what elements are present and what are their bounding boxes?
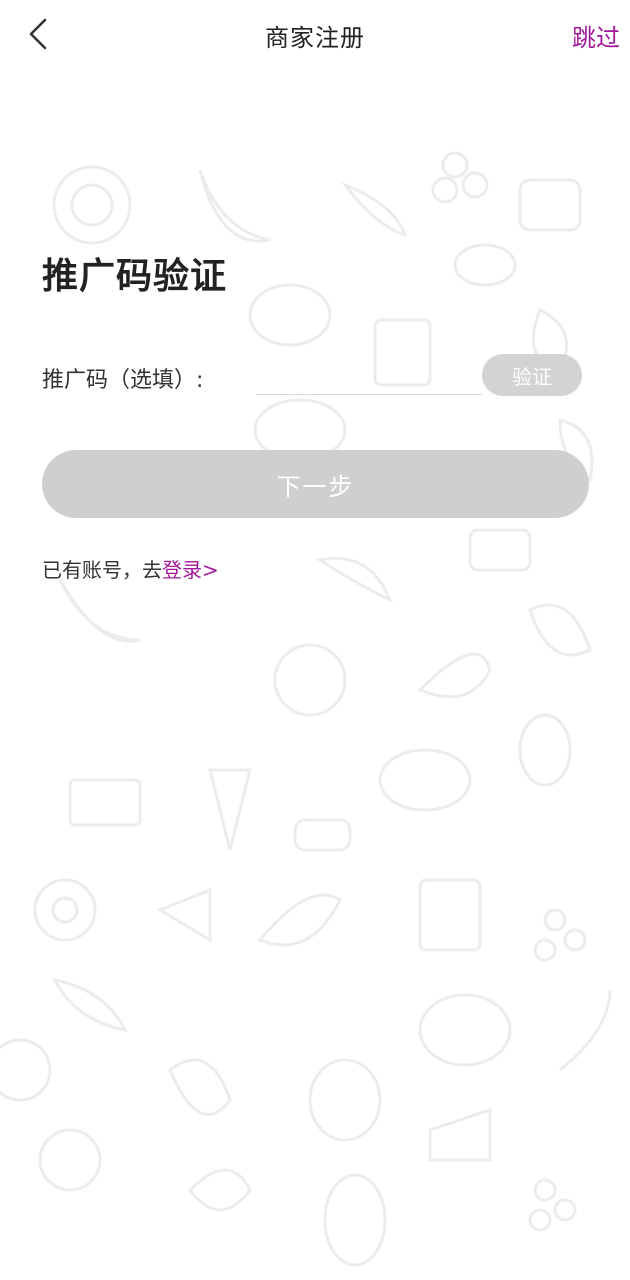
page-title: 商家注册	[265, 24, 365, 52]
navigation-bar: 商家注册 跳过	[0, 0, 630, 72]
login-prompt: 已有账号，去登录>	[42, 554, 592, 583]
promo-code-form: 推广码验证 推广码（选填）: 验证 下一步 已有账号，去登录>	[42, 250, 592, 583]
login-link[interactable]: 登录>	[162, 558, 219, 582]
skip-button[interactable]: 跳过	[572, 18, 620, 53]
merchant-register-screen: 商家注册 跳过 推广码验证 推广码（选填）: 验证 下一步 已有账号，去登录>	[0, 0, 630, 1280]
promo-code-input[interactable]	[256, 358, 482, 395]
section-title: 推广码验证	[42, 256, 228, 297]
login-prompt-text: 已有账号，去	[42, 558, 162, 582]
promo-code-row: 推广码（选填）: 验证	[42, 354, 592, 400]
promo-code-label: 推广码（选填）:	[42, 368, 204, 393]
verify-button[interactable]: 验证	[482, 354, 582, 396]
next-step-button[interactable]: 下一步	[42, 450, 589, 518]
